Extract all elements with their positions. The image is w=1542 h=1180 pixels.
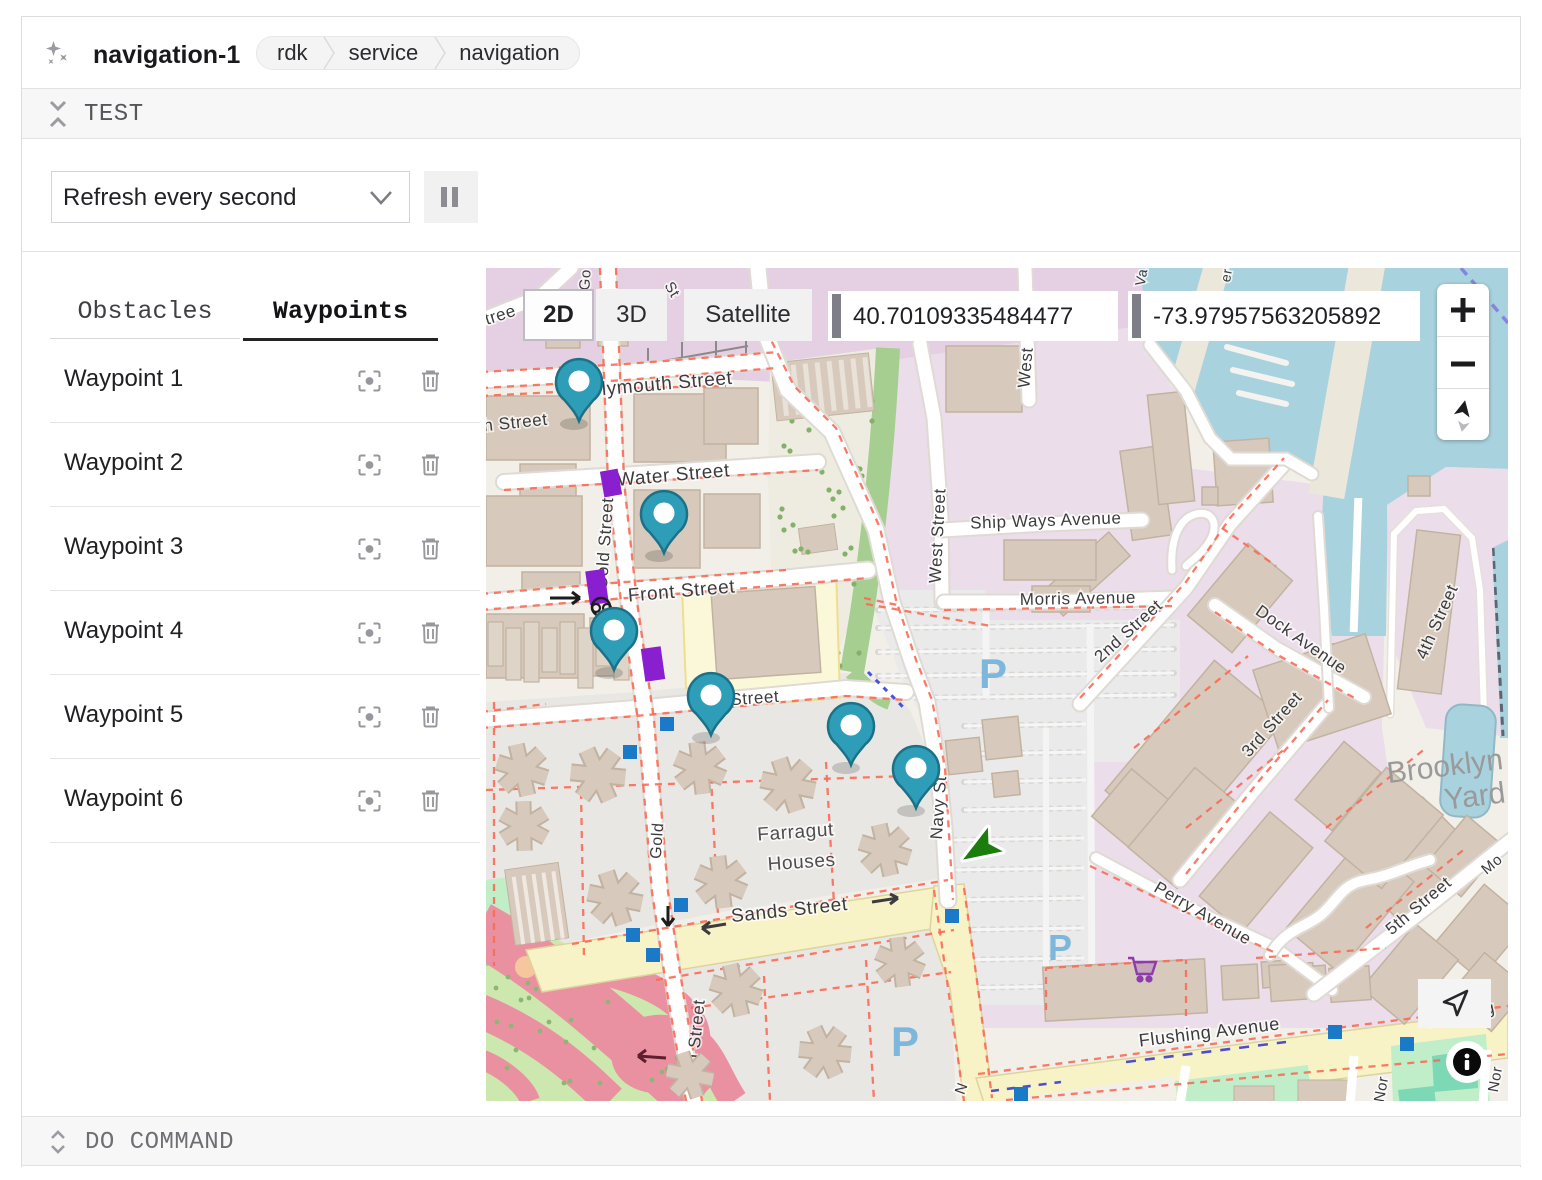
svg-text:P: P bbox=[891, 1018, 919, 1065]
svg-text:er: er bbox=[1217, 268, 1235, 283]
svg-text:P: P bbox=[1048, 927, 1072, 968]
svg-text:Go: Go bbox=[576, 269, 594, 291]
svg-text:Gold: Gold bbox=[648, 822, 667, 859]
svg-text:West: West bbox=[1014, 346, 1036, 388]
svg-text:Morris Avenue: Morris Avenue bbox=[1020, 588, 1136, 609]
svg-text:P: P bbox=[979, 650, 1007, 697]
svg-text:Va: Va bbox=[1132, 268, 1151, 287]
